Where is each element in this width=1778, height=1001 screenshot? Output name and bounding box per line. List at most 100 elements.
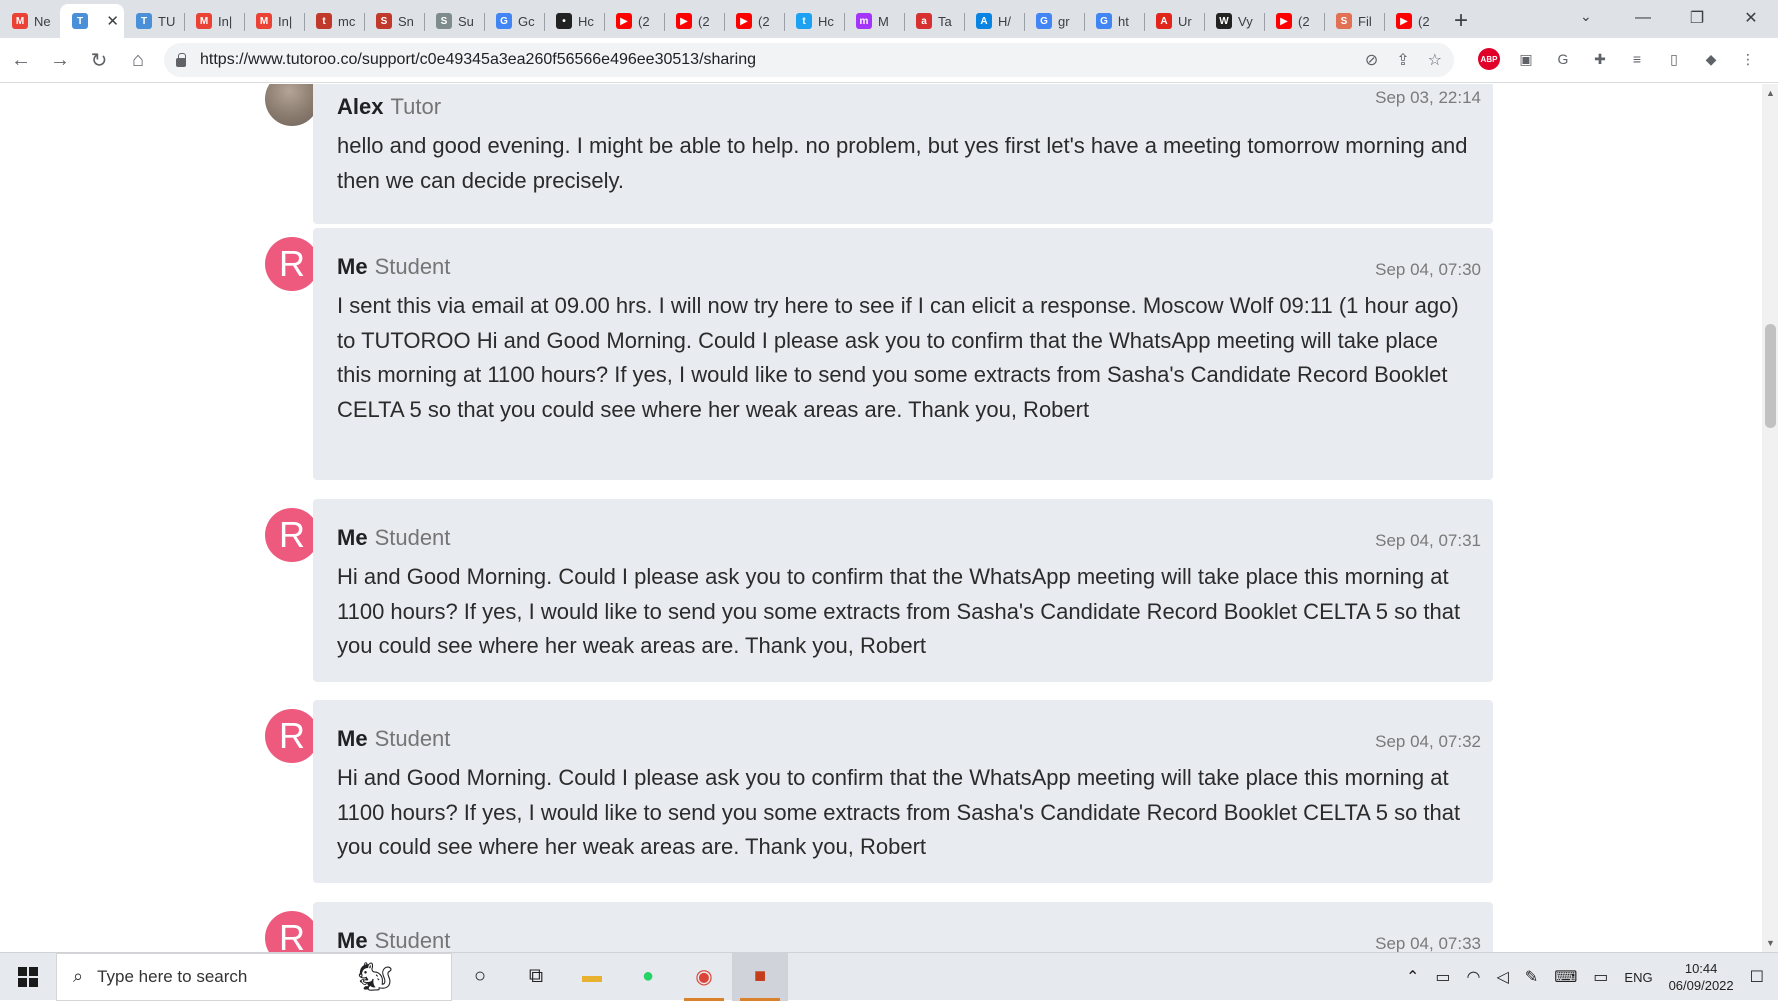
search-highlight-icon[interactable]: 🐿 bbox=[357, 960, 393, 993]
tracking-blocked-icon[interactable]: ⊘ bbox=[1365, 50, 1378, 70]
file-explorer-icon[interactable]: ▬ bbox=[564, 953, 620, 1001]
browser-tab[interactable]: ▶ (2 bbox=[664, 4, 724, 38]
show-hidden-icons-icon[interactable]: ⌃ bbox=[1406, 967, 1419, 987]
notifications-icon[interactable]: ☐ bbox=[1750, 967, 1764, 987]
home-icon[interactable]: ⌂ bbox=[120, 42, 156, 78]
taskbar-search[interactable]: ⌕ Type here to search 🐿 bbox=[56, 952, 452, 1001]
restore-icon[interactable]: ❐ bbox=[1670, 8, 1724, 28]
profile-icon[interactable]: ◆ bbox=[1700, 48, 1722, 70]
message-text: I sent this via email at 09.00 hrs. I wi… bbox=[337, 293, 1459, 422]
new-tab-button[interactable]: + bbox=[1444, 4, 1478, 38]
tab-title: TU bbox=[158, 13, 176, 29]
youtube-icon: ▶ bbox=[616, 13, 632, 29]
gmail-icon: M bbox=[256, 13, 272, 29]
translate-icon[interactable]: G bbox=[1552, 48, 1574, 70]
pen-icon[interactable]: ✎ bbox=[1525, 967, 1538, 987]
powerpoint-icon[interactable]: ■ bbox=[732, 952, 788, 1001]
supplier-icon: S bbox=[436, 13, 452, 29]
volume-icon[interactable]: ◁ bbox=[1496, 967, 1508, 987]
whatsapp-icon[interactable]: ● bbox=[620, 953, 676, 1001]
forward-icon[interactable]: → bbox=[42, 42, 78, 78]
language-indicator[interactable]: ENG bbox=[1624, 970, 1652, 985]
battery-icon[interactable]: ▭ bbox=[1435, 967, 1450, 987]
back-icon[interactable]: ← bbox=[3, 42, 39, 78]
start-button[interactable] bbox=[0, 953, 56, 1001]
scroll-down-icon[interactable]: ▼ bbox=[1766, 938, 1775, 948]
scroll-up-icon[interactable]: ▲ bbox=[1766, 88, 1775, 98]
browser-tab[interactable]: T TU bbox=[124, 4, 184, 38]
browser-tab[interactable]: M In| bbox=[244, 4, 304, 38]
conversation-page: Alex Tutor Sep 03, 22:14 hello and good … bbox=[0, 84, 1778, 952]
avatar: R bbox=[265, 508, 319, 562]
browser-tab[interactable]: S Sn bbox=[364, 4, 424, 38]
puzzle-icon[interactable]: ✚ bbox=[1589, 48, 1611, 70]
adblock-icon[interactable]: ABP bbox=[1478, 48, 1500, 70]
tab-title: Fil bbox=[1358, 13, 1372, 29]
browser-tab[interactable]: ▶ (2 bbox=[1264, 4, 1324, 38]
sender-role: Student bbox=[374, 726, 451, 751]
tutoroo-icon: T bbox=[72, 13, 88, 29]
messenger-icon: m bbox=[856, 13, 872, 29]
browser-tab[interactable]: t Hc bbox=[784, 4, 844, 38]
browser-tab[interactable]: T ✕ bbox=[60, 4, 124, 38]
tab-search-icon[interactable]: ⌄ bbox=[1580, 8, 1592, 25]
url-text[interactable]: https://www.tutoroo.co/support/c0e49345a… bbox=[200, 51, 756, 69]
extension-icon[interactable]: ▣ bbox=[1515, 48, 1537, 70]
task-view-icon[interactable]: ⧉ bbox=[508, 953, 564, 1001]
keyboard-icon[interactable]: ⌨ bbox=[1554, 967, 1577, 987]
chrome-icon[interactable]: ◉ bbox=[676, 953, 732, 1001]
minimize-icon[interactable]: — bbox=[1616, 9, 1670, 27]
windows-logo-icon bbox=[18, 966, 38, 987]
reload-icon[interactable]: ↻ bbox=[81, 42, 117, 78]
snopes-icon: S bbox=[376, 13, 392, 29]
page-scrollbar[interactable]: ▲ ▼ bbox=[1762, 84, 1778, 952]
tab-title: (2 bbox=[1418, 13, 1430, 29]
tab-title: Hc bbox=[578, 13, 594, 29]
browser-tab[interactable]: Ggr bbox=[1024, 4, 1084, 38]
browser-tab[interactable]: Ght bbox=[1084, 4, 1144, 38]
browser-tab[interactable]: G Gc bbox=[484, 4, 544, 38]
browser-tab[interactable]: ▶ (2 bbox=[724, 4, 784, 38]
clock[interactable]: 10:44 06/09/2022 bbox=[1669, 960, 1734, 994]
bookmark-star-icon[interactable]: ☆ bbox=[1428, 50, 1442, 70]
browser-tab[interactable]: M In| bbox=[184, 4, 244, 38]
browser-tab[interactable]: a Ta bbox=[904, 4, 964, 38]
tab-title: Sn bbox=[398, 13, 414, 29]
sender-role: Student bbox=[374, 525, 451, 550]
window-controls: — ❐ ✕ bbox=[1616, 0, 1778, 36]
browser-tab[interactable]: • Hc bbox=[544, 4, 604, 38]
tab-title: mc bbox=[338, 13, 356, 29]
browser-tab[interactable]: S Su bbox=[424, 4, 484, 38]
close-window-icon[interactable]: ✕ bbox=[1724, 8, 1778, 28]
menu-icon[interactable]: ⋮ bbox=[1737, 48, 1759, 70]
tablet-mode-icon[interactable]: ▭ bbox=[1593, 967, 1608, 987]
cortana-icon[interactable]: ○ bbox=[452, 953, 508, 1001]
side-panel-icon[interactable]: ▯ bbox=[1663, 48, 1685, 70]
browser-tab[interactable]: A H/ bbox=[964, 4, 1024, 38]
scrollbar-thumb[interactable] bbox=[1765, 324, 1776, 428]
lock-icon[interactable] bbox=[176, 52, 186, 67]
close-tab-icon[interactable]: ✕ bbox=[106, 12, 119, 30]
browser-tab[interactable]: S Fil bbox=[1324, 4, 1384, 38]
browser-tab[interactable]: W Vy bbox=[1204, 4, 1264, 38]
avatar: R bbox=[265, 709, 319, 763]
tumblr-icon: t bbox=[316, 13, 332, 29]
browser-tab[interactable]: A Ur bbox=[1144, 4, 1204, 38]
browser-tab[interactable]: mM bbox=[844, 4, 904, 38]
message-bubble: Me Student Sep 04, 07:30 I sent this via… bbox=[313, 228, 1493, 480]
browser-tab[interactable]: ▶ (2 bbox=[604, 4, 664, 38]
share-icon[interactable]: ⇪ bbox=[1396, 50, 1409, 70]
avatar: R bbox=[265, 911, 319, 952]
browser-tab[interactable]: t mc bbox=[304, 4, 364, 38]
reading-list-icon[interactable]: ≡ bbox=[1626, 48, 1648, 70]
wifi-icon[interactable]: ◠ bbox=[1467, 967, 1481, 987]
address-bar[interactable]: https://www.tutoroo.co/support/c0e49345a… bbox=[164, 43, 1454, 77]
avatar: R bbox=[265, 237, 319, 291]
tab-title: H/ bbox=[998, 13, 1011, 29]
browser-tab[interactable]: M Ne bbox=[0, 4, 60, 38]
browser-tab[interactable]: ▶ (2 bbox=[1384, 4, 1444, 38]
youtube-icon: ▶ bbox=[1276, 13, 1292, 29]
search-icon: ⌕ bbox=[73, 966, 84, 986]
tab-title: ht bbox=[1118, 13, 1129, 29]
message-text: Hi and Good Morning. Could I please ask … bbox=[337, 564, 1461, 658]
